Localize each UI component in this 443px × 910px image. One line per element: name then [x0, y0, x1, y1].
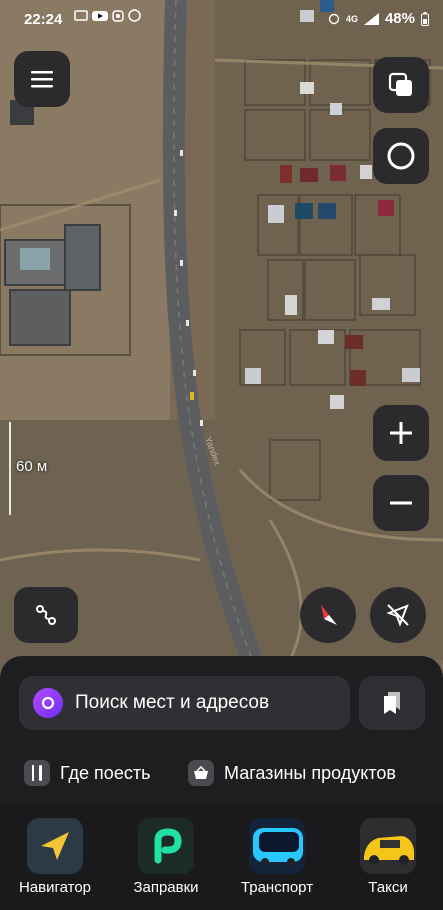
- chip-label: Магазины продуктов: [224, 762, 396, 783]
- network-type: 4G: [345, 13, 358, 24]
- search-placeholder: Поиск мест и адресов: [75, 692, 270, 713]
- youtube-icon: [92, 10, 108, 21]
- signal-icon: [363, 12, 379, 25]
- instagram-icon: [112, 9, 124, 22]
- layers-button[interactable]: [373, 57, 429, 113]
- my-location-button[interactable]: [370, 587, 426, 643]
- alarm-icon: [328, 13, 340, 24]
- battery-percent: 48%: [384, 10, 415, 27]
- map-scale: 60 м: [9, 422, 47, 515]
- status-time: 22:24: [24, 11, 63, 28]
- route-button[interactable]: [14, 587, 78, 643]
- chip-where-to-eat[interactable]: Где поесть: [24, 755, 150, 791]
- compass-icon: [321, 605, 337, 625]
- fork-knife-icon: [24, 760, 50, 786]
- bookmarks-button[interactable]: [359, 676, 425, 730]
- menu-button[interactable]: [14, 51, 70, 107]
- status-bar: 22:24 4G 48%: [0, 0, 443, 38]
- app-fuel[interactable]: Заправки: [124, 818, 208, 896]
- navigator-icon: [27, 818, 83, 874]
- alice-button[interactable]: [373, 128, 429, 184]
- alice-icon: [387, 142, 415, 170]
- app-navigator[interactable]: Навигатор: [13, 818, 97, 896]
- battery-icon: [421, 11, 429, 26]
- chip-grocery-stores[interactable]: Магазины продуктов: [188, 755, 396, 791]
- zoom-in-button[interactable]: [373, 405, 429, 461]
- whatsapp-icon: [128, 9, 141, 22]
- plus-icon: [390, 422, 412, 444]
- search-bar[interactable]: Поиск мест и адресов: [19, 676, 350, 730]
- app-transport[interactable]: Транспорт: [235, 818, 319, 896]
- bus-icon: [249, 818, 305, 874]
- fuel-icon: [138, 818, 194, 874]
- route-icon: [36, 605, 56, 625]
- app-dock: Навигатор Заправки Транспорт Такси: [0, 806, 443, 910]
- chip-label: Где поесть: [60, 762, 151, 783]
- menu-icon: [31, 71, 53, 88]
- compass-button[interactable]: [300, 587, 356, 643]
- cast-icon: [74, 9, 88, 21]
- app-label: Транспорт: [240, 879, 314, 896]
- minus-icon: [390, 501, 412, 505]
- taxi-icon: [360, 818, 416, 874]
- alice-icon[interactable]: [33, 688, 63, 718]
- location-off-icon: [386, 604, 409, 627]
- bookmarks-icon: [384, 692, 400, 714]
- basket-icon: [188, 760, 214, 786]
- app-label: Навигатор: [18, 879, 92, 896]
- zoom-out-button[interactable]: [373, 475, 429, 531]
- app-taxi[interactable]: Такси: [346, 818, 430, 896]
- app-label: Заправки: [133, 879, 199, 896]
- layers-icon: [388, 72, 412, 96]
- scale-label: 60 м: [16, 458, 48, 475]
- notification-icons: [74, 9, 141, 22]
- app-label: Такси: [368, 879, 408, 896]
